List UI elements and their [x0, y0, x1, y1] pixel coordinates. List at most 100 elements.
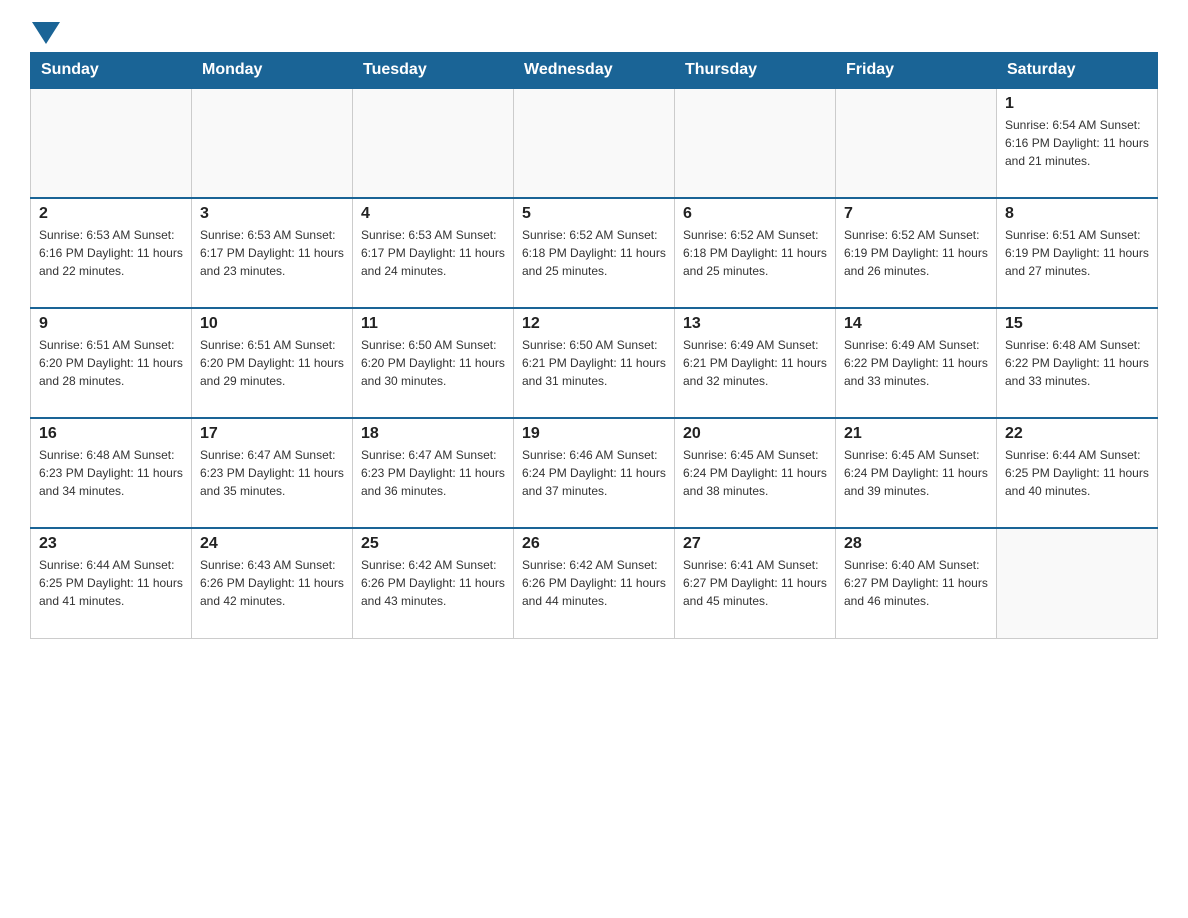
calendar-cell — [31, 88, 192, 198]
day-info: Sunrise: 6:46 AM Sunset: 6:24 PM Dayligh… — [522, 446, 666, 500]
weekday-header-wednesday: Wednesday — [514, 53, 675, 89]
calendar-cell: 22 Sunrise: 6:44 AM Sunset: 6:25 PM Dayli… — [997, 418, 1158, 528]
calendar-cell: 9 Sunrise: 6:51 AM Sunset: 6:20 PM Daylig… — [31, 308, 192, 418]
day-number: 14 — [844, 315, 988, 333]
calendar-cell: 24 Sunrise: 6:43 AM Sunset: 6:26 PM Dayli… — [192, 528, 353, 638]
weekday-header-friday: Friday — [836, 53, 997, 89]
day-number: 28 — [844, 535, 988, 553]
day-number: 5 — [522, 205, 666, 223]
day-number: 4 — [361, 205, 505, 223]
day-number: 3 — [200, 205, 344, 223]
day-info: Sunrise: 6:48 AM Sunset: 6:22 PM Dayligh… — [1005, 336, 1149, 390]
calendar-cell: 2 Sunrise: 6:53 AM Sunset: 6:16 PM Daylig… — [31, 198, 192, 308]
calendar-cell — [353, 88, 514, 198]
calendar-cell: 13 Sunrise: 6:49 AM Sunset: 6:21 PM Dayli… — [675, 308, 836, 418]
calendar-cell — [514, 88, 675, 198]
day-info: Sunrise: 6:42 AM Sunset: 6:26 PM Dayligh… — [361, 556, 505, 610]
day-number: 22 — [1005, 425, 1149, 443]
day-info: Sunrise: 6:47 AM Sunset: 6:23 PM Dayligh… — [361, 446, 505, 500]
logo-triangle-icon — [32, 22, 60, 44]
day-info: Sunrise: 6:42 AM Sunset: 6:26 PM Dayligh… — [522, 556, 666, 610]
day-number: 23 — [39, 535, 183, 553]
week-row-2: 9 Sunrise: 6:51 AM Sunset: 6:20 PM Daylig… — [31, 308, 1158, 418]
day-number: 16 — [39, 425, 183, 443]
calendar-cell: 4Sunrise: 6:53 AM Sunset: 6:17 PM Daylig… — [353, 198, 514, 308]
day-info: Sunrise: 6:51 AM Sunset: 6:19 PM Dayligh… — [1005, 226, 1149, 280]
day-number: 25 — [361, 535, 505, 553]
day-number: 19 — [522, 425, 666, 443]
weekday-header-thursday: Thursday — [675, 53, 836, 89]
day-number: 27 — [683, 535, 827, 553]
day-info: Sunrise: 6:41 AM Sunset: 6:27 PM Dayligh… — [683, 556, 827, 610]
calendar-cell: 19 Sunrise: 6:46 AM Sunset: 6:24 PM Dayli… — [514, 418, 675, 528]
calendar-cell: 5 Sunrise: 6:52 AM Sunset: 6:18 PM Daylig… — [514, 198, 675, 308]
day-info: Sunrise: 6:45 AM Sunset: 6:24 PM Dayligh… — [683, 446, 827, 500]
week-row-1: 2 Sunrise: 6:53 AM Sunset: 6:16 PM Daylig… — [31, 198, 1158, 308]
calendar-cell: 16 Sunrise: 6:48 AM Sunset: 6:23 PM Dayli… — [31, 418, 192, 528]
day-info: Sunrise: 6:50 AM Sunset: 6:20 PM Dayligh… — [361, 336, 505, 390]
weekday-header-tuesday: Tuesday — [353, 53, 514, 89]
calendar-cell — [997, 528, 1158, 638]
day-number: 15 — [1005, 315, 1149, 333]
calendar-cell: 18Sunrise: 6:47 AM Sunset: 6:23 PM Dayli… — [353, 418, 514, 528]
day-number: 9 — [39, 315, 183, 333]
day-info: Sunrise: 6:53 AM Sunset: 6:17 PM Dayligh… — [200, 226, 344, 280]
day-number: 24 — [200, 535, 344, 553]
day-info: Sunrise: 6:53 AM Sunset: 6:16 PM Dayligh… — [39, 226, 183, 280]
weekday-header-monday: Monday — [192, 53, 353, 89]
day-number: 6 — [683, 205, 827, 223]
calendar-cell: 7 Sunrise: 6:52 AM Sunset: 6:19 PM Daylig… — [836, 198, 997, 308]
week-row-3: 16 Sunrise: 6:48 AM Sunset: 6:23 PM Dayli… — [31, 418, 1158, 528]
calendar-cell: 17 Sunrise: 6:47 AM Sunset: 6:23 PM Dayli… — [192, 418, 353, 528]
calendar-cell: 14 Sunrise: 6:49 AM Sunset: 6:22 PM Dayli… — [836, 308, 997, 418]
calendar-table: SundayMondayTuesdayWednesdayThursdayFrid… — [30, 52, 1158, 639]
calendar-cell: 8Sunrise: 6:51 AM Sunset: 6:19 PM Daylig… — [997, 198, 1158, 308]
day-number: 12 — [522, 315, 666, 333]
calendar-cell: 26 Sunrise: 6:42 AM Sunset: 6:26 PM Dayli… — [514, 528, 675, 638]
calendar-cell: 25 Sunrise: 6:42 AM Sunset: 6:26 PM Dayli… — [353, 528, 514, 638]
day-info: Sunrise: 6:54 AM Sunset: 6:16 PM Dayligh… — [1005, 116, 1149, 170]
weekday-header-saturday: Saturday — [997, 53, 1158, 89]
day-number: 7 — [844, 205, 988, 223]
day-info: Sunrise: 6:40 AM Sunset: 6:27 PM Dayligh… — [844, 556, 988, 610]
day-info: Sunrise: 6:48 AM Sunset: 6:23 PM Dayligh… — [39, 446, 183, 500]
calendar-cell: 1 Sunrise: 6:54 AM Sunset: 6:16 PM Daylig… — [997, 88, 1158, 198]
weekday-header-sunday: Sunday — [31, 53, 192, 89]
day-info: Sunrise: 6:43 AM Sunset: 6:26 PM Dayligh… — [200, 556, 344, 610]
page-header — [30, 20, 1158, 42]
day-info: Sunrise: 6:52 AM Sunset: 6:18 PM Dayligh… — [522, 226, 666, 280]
day-info: Sunrise: 6:52 AM Sunset: 6:19 PM Dayligh… — [844, 226, 988, 280]
day-info: Sunrise: 6:47 AM Sunset: 6:23 PM Dayligh… — [200, 446, 344, 500]
day-number: 20 — [683, 425, 827, 443]
calendar-cell: 21 Sunrise: 6:45 AM Sunset: 6:24 PM Dayli… — [836, 418, 997, 528]
day-info: Sunrise: 6:51 AM Sunset: 6:20 PM Dayligh… — [39, 336, 183, 390]
week-row-4: 23Sunrise: 6:44 AM Sunset: 6:25 PM Dayli… — [31, 528, 1158, 638]
day-number: 13 — [683, 315, 827, 333]
day-info: Sunrise: 6:49 AM Sunset: 6:21 PM Dayligh… — [683, 336, 827, 390]
day-number: 1 — [1005, 95, 1149, 113]
week-row-0: 1 Sunrise: 6:54 AM Sunset: 6:16 PM Daylig… — [31, 88, 1158, 198]
calendar-cell: 27 Sunrise: 6:41 AM Sunset: 6:27 PM Dayli… — [675, 528, 836, 638]
calendar-cell — [192, 88, 353, 198]
day-number: 17 — [200, 425, 344, 443]
day-info: Sunrise: 6:44 AM Sunset: 6:25 PM Dayligh… — [1005, 446, 1149, 500]
calendar-cell: 15 Sunrise: 6:48 AM Sunset: 6:22 PM Dayli… — [997, 308, 1158, 418]
calendar-cell: 6 Sunrise: 6:52 AM Sunset: 6:18 PM Daylig… — [675, 198, 836, 308]
day-info: Sunrise: 6:49 AM Sunset: 6:22 PM Dayligh… — [844, 336, 988, 390]
day-number: 11 — [361, 315, 505, 333]
day-number: 21 — [844, 425, 988, 443]
day-info: Sunrise: 6:45 AM Sunset: 6:24 PM Dayligh… — [844, 446, 988, 500]
calendar-cell: 11 Sunrise: 6:50 AM Sunset: 6:20 PM Dayli… — [353, 308, 514, 418]
calendar-cell: 12Sunrise: 6:50 AM Sunset: 6:21 PM Dayli… — [514, 308, 675, 418]
calendar-cell: 10 Sunrise: 6:51 AM Sunset: 6:20 PM Dayli… — [192, 308, 353, 418]
day-info: Sunrise: 6:52 AM Sunset: 6:18 PM Dayligh… — [683, 226, 827, 280]
calendar-cell — [675, 88, 836, 198]
calendar-cell: 20 Sunrise: 6:45 AM Sunset: 6:24 PM Dayli… — [675, 418, 836, 528]
day-number: 10 — [200, 315, 344, 333]
day-number: 26 — [522, 535, 666, 553]
day-number: 2 — [39, 205, 183, 223]
day-info: Sunrise: 6:51 AM Sunset: 6:20 PM Dayligh… — [200, 336, 344, 390]
logo — [30, 20, 60, 42]
calendar-cell — [836, 88, 997, 198]
weekday-header-row: SundayMondayTuesdayWednesdayThursdayFrid… — [31, 53, 1158, 89]
